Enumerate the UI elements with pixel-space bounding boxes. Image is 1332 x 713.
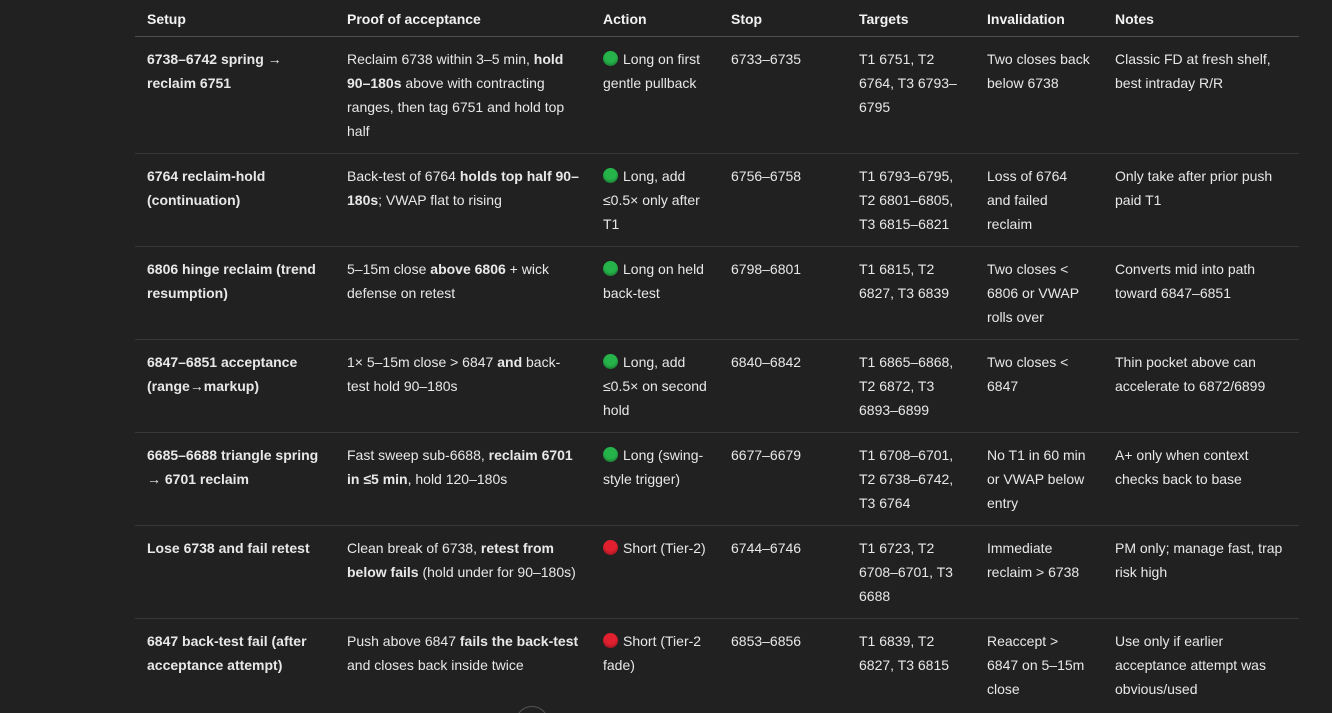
cell-proof: 5–15m close above 6806 + wick defense on…: [335, 246, 591, 340]
proof-text: , hold 120–180s: [407, 471, 508, 487]
table-header-row: Setup Proof of acceptance Action Stop Ta…: [135, 0, 1299, 37]
action-text: Short (Tier-2): [623, 540, 706, 556]
cell-targets: T1 6708–6701, T2 6738–6742, T3 6764: [847, 432, 975, 526]
table-row: 6738–6742 spring → reclaim 6751 Reclaim 6…: [135, 36, 1299, 154]
proof-text: 5–15m close: [347, 261, 431, 277]
header-setup: Setup: [135, 0, 335, 37]
cell-setup: 6847 back-test fail (after acceptance at…: [147, 633, 307, 673]
cell-stop: 6798–6801: [719, 246, 847, 340]
cell-proof: Push above 6847 fails the back-test and …: [335, 619, 591, 712]
red-circle-icon: [603, 633, 618, 648]
cell-proof: Back-test of 6764 holds top half 90–180s…: [335, 153, 591, 247]
cell-notes: Only take after prior push paid T1: [1103, 153, 1299, 247]
cell-targets: T1 6793–6795, T2 6801–6805, T3 6815–6821: [847, 153, 975, 247]
action-text: Long on held back-test: [603, 261, 704, 301]
cell-notes: PM only; manage fast, trap risk high: [1103, 525, 1299, 619]
trade-setups-table-container: Setup Proof of acceptance Action Stop Ta…: [135, 0, 1299, 711]
action-text: Long, add ≤0.5× on second hold: [603, 354, 707, 418]
cell-proof: Reclaim 6738 within 3–5 min, hold 90–180…: [335, 36, 591, 154]
cell-stop: 6853–6856: [731, 633, 802, 649]
cell-setup: 6738–6742 spring → reclaim 6751: [135, 36, 335, 154]
table-row: Lose 6738 and fail retest Clean break of …: [135, 525, 1299, 619]
proof-text: Reclaim 6738 within 3–5 min,: [347, 51, 534, 67]
cell-stop: 6756–6758: [719, 153, 847, 247]
header-stop: Stop: [719, 0, 847, 37]
header-action: Action: [591, 0, 719, 37]
cell-setup: 6764 reclaim-hold (continuation): [135, 153, 335, 247]
cell-targets: T1 6751, T2 6764, T3 6793–6795: [847, 36, 975, 154]
cell-invalidation: Immediate reclaim > 6738: [975, 525, 1103, 619]
cell-targets: T1 6839, T2 6827, T3 6815: [859, 633, 950, 673]
proof-text: Push above 6847: [347, 633, 460, 649]
cell-invalidation: No T1 in 60 min or VWAP below entry: [975, 432, 1103, 526]
proof-text: Fast sweep sub-6688,: [347, 447, 489, 463]
proof-text: Back-test of 6764: [347, 168, 460, 184]
proof-text: (hold under for 90–180s): [418, 564, 576, 580]
cell-invalidation: Reaccept > 6847 on 5–15m close: [987, 633, 1085, 697]
cell-stop: 6677–6679: [719, 432, 847, 526]
green-circle-icon: [603, 261, 618, 276]
cell-notes: Classic FD at fresh shelf, best intraday…: [1103, 36, 1299, 154]
cell-proof: Clean break of 6738, retest from below f…: [335, 525, 591, 619]
cell-targets: T1 6815, T2 6827, T3 6839: [847, 246, 975, 340]
table-row: 6685–6688 triangle spring → 6701 reclaim…: [135, 432, 1299, 526]
cell-action: Long on first gentle pullback: [591, 36, 719, 154]
cell-action: Long (swing-style trigger): [591, 432, 719, 526]
table-row: 6847 back-test fail (after acceptance at…: [135, 619, 1299, 712]
proof-emphasis: and: [497, 354, 523, 370]
cell-action: Short (Tier-2 fade): [591, 619, 719, 712]
cell-notes: Converts mid into path toward 6847–6851: [1103, 246, 1299, 340]
red-circle-icon: [603, 540, 618, 555]
proof-text: 1× 5–15m close > 6847: [347, 354, 498, 370]
action-text: Long (swing-style trigger): [603, 447, 704, 487]
cell-action: Short (Tier-2): [591, 525, 719, 619]
proof-text: ; VWAP flat to rising: [378, 192, 502, 208]
table-row: 6847–6851 acceptance (range→markup) 1× 5–…: [135, 339, 1299, 433]
cell-setup: Lose 6738 and fail retest: [135, 525, 335, 619]
cell-invalidation: Two closes < 6806 or VWAP rolls over: [975, 246, 1103, 340]
cell-action: Long on held back-test: [591, 246, 719, 340]
header-invalidation: Invalidation: [975, 0, 1103, 37]
table-row: 6806 hinge reclaim (trend resumption) 5–1…: [135, 246, 1299, 340]
proof-emphasis: fails the back-test: [459, 633, 579, 649]
header-proof: Proof of acceptance: [335, 0, 591, 37]
green-circle-icon: [603, 51, 618, 66]
cell-stop: 6733–6735: [719, 36, 847, 154]
header-notes: Notes: [1103, 0, 1299, 37]
cell-action: Long, add ≤0.5× only after T1: [591, 153, 719, 247]
cell-targets: T1 6723, T2 6708–6701, T3 6688: [847, 525, 975, 619]
green-circle-icon: [603, 168, 618, 183]
cell-action: Long, add ≤0.5× on second hold: [591, 339, 719, 433]
cell-setup: 6685–6688 triangle spring → 6701 reclaim: [135, 432, 335, 526]
cell-stop: 6840–6842: [719, 339, 847, 433]
cell-stop: 6744–6746: [719, 525, 847, 619]
header-targets: Targets: [847, 0, 975, 37]
cell-proof: Fast sweep sub-6688, reclaim 6701 in ≤5 …: [335, 432, 591, 526]
cell-notes: Use only if earlier acceptance attempt w…: [1115, 633, 1266, 697]
green-circle-icon: [603, 447, 618, 462]
proof-emphasis: above 6806: [430, 261, 506, 277]
table-row: 6764 reclaim-hold (continuation) Back-tes…: [135, 153, 1299, 247]
cell-targets: T1 6865–6868, T2 6872, T3 6893–6899: [847, 339, 975, 433]
cell-setup: 6806 hinge reclaim (trend resumption): [135, 246, 335, 340]
trade-setups-table: Setup Proof of acceptance Action Stop Ta…: [135, 0, 1299, 711]
cell-setup: 6847–6851 acceptance (range→markup): [135, 339, 335, 433]
proof-text: and closes back inside twice: [347, 657, 524, 673]
proof-text: Clean break of 6738,: [347, 540, 481, 556]
cell-proof: 1× 5–15m close > 6847 and back-test hold…: [335, 339, 591, 433]
cell-invalidation: Loss of 6764 and failed reclaim: [975, 153, 1103, 247]
cell-notes: Thin pocket above can accelerate to 6872…: [1103, 339, 1299, 433]
green-circle-icon: [603, 354, 618, 369]
cell-notes: A+ only when context checks back to base: [1103, 432, 1299, 526]
cell-invalidation: Two closes back below 6738: [975, 36, 1103, 154]
cell-invalidation: Two closes < 6847: [975, 339, 1103, 433]
